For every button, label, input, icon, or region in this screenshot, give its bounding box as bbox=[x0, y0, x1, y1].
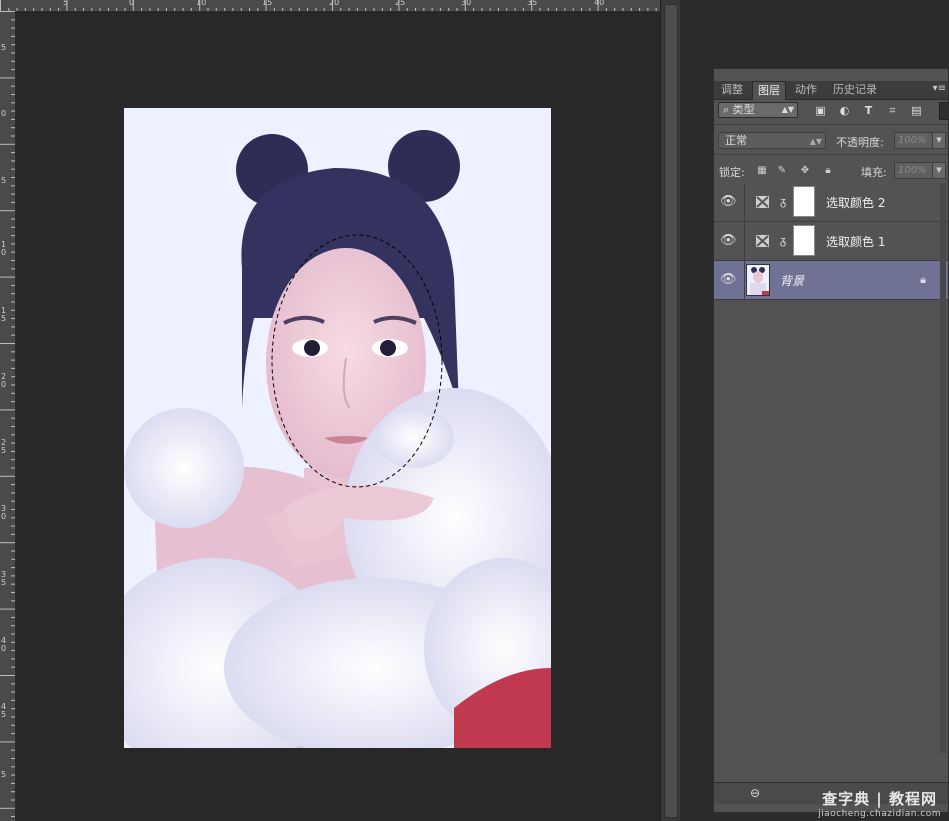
ruler-label: 5 bbox=[1, 43, 7, 52]
ruler-label: 0 bbox=[129, 0, 135, 7]
ruler-label: 1 5 bbox=[1, 306, 7, 323]
divider bbox=[744, 261, 745, 299]
tab-layers[interactable]: 图层 bbox=[752, 81, 786, 100]
shape-filter-icon[interactable]: ⌗ bbox=[886, 104, 899, 117]
tab-adjustments[interactable]: 调整 bbox=[716, 81, 748, 99]
fill-value: 100% bbox=[898, 165, 927, 176]
selective-color-adjustment-icon[interactable] bbox=[755, 234, 770, 248]
scrollbar-thumb[interactable] bbox=[664, 4, 678, 818]
ruler-label: 40 bbox=[594, 0, 605, 7]
divider bbox=[744, 183, 745, 221]
divider bbox=[714, 124, 948, 125]
ruler-label: 0 bbox=[1, 109, 7, 118]
ruler-label: 5 bbox=[1, 770, 7, 779]
filter-toggle-switch[interactable] bbox=[939, 102, 949, 120]
ruler-label: 2 5 bbox=[1, 438, 7, 455]
tab-actions[interactable]: 动作 bbox=[790, 81, 822, 99]
ruler-label: 5 bbox=[1, 176, 7, 185]
layers-scrollbar[interactable] bbox=[940, 183, 946, 753]
ruler-label: 4 5 bbox=[1, 702, 7, 719]
opacity-label: 不透明度: bbox=[836, 136, 884, 149]
layers-panel: 调整 图层 动作 历史记录 ▾≡ ⌕ 类型 ▲▼ ▣ ◐ T ⌗ ▤ 正常 ▲▼… bbox=[713, 68, 949, 813]
blend-mode-select[interactable]: 正常 ▲▼ bbox=[718, 132, 826, 149]
selective-color-adjustment-icon[interactable] bbox=[755, 195, 770, 209]
layer-mask-thumbnail[interactable] bbox=[793, 225, 815, 256]
adjustment-filter-icon[interactable]: ◐ bbox=[838, 104, 851, 117]
divider bbox=[714, 154, 948, 155]
image-filter-icon[interactable]: ▣ bbox=[814, 104, 827, 117]
updown-arrows-icon: ▲▼ bbox=[809, 137, 822, 146]
layer-name[interactable]: 选取颜色 2 bbox=[826, 194, 885, 211]
ruler-label: 3 5 bbox=[1, 570, 7, 587]
ruler-label: 30 bbox=[461, 0, 472, 7]
layer-name[interactable]: 选取颜色 1 bbox=[826, 233, 885, 250]
panel-menu-icon[interactable]: ▾≡ bbox=[933, 83, 946, 94]
ruler-ticks bbox=[0, 11, 15, 818]
lock-all-icon[interactable]: 🔒︎ bbox=[822, 165, 834, 177]
tab-history[interactable]: 历史记录 bbox=[828, 81, 882, 99]
chevron-down-icon[interactable]: ▼ bbox=[932, 133, 945, 148]
blend-mode-value: 正常 bbox=[725, 134, 747, 147]
document-image[interactable] bbox=[124, 108, 551, 748]
layer-row[interactable]: 👁︎ ᵹ 选取颜色 2 bbox=[714, 183, 948, 222]
ruler-label: 5 bbox=[63, 0, 69, 7]
horizontal-ruler[interactable]: 0 5 10 15 20 25 30 35 40 bbox=[0, 0, 660, 12]
watermark-title: 查字典 | 教程网 bbox=[822, 790, 938, 808]
vertical-ruler[interactable]: 5 0 5 1 0 1 5 2 0 2 5 3 0 3 5 4 0 4 5 5 bbox=[0, 11, 16, 821]
portrait-photo bbox=[124, 108, 551, 748]
lock-label: 锁定: bbox=[719, 166, 745, 179]
ruler-label: 1 0 bbox=[1, 240, 7, 257]
updown-arrows-icon: ▲▼ bbox=[781, 105, 794, 114]
link-layers-icon[interactable]: ⊖ bbox=[750, 786, 760, 800]
layer-name[interactable]: 背景 bbox=[780, 272, 804, 289]
layer-mask-thumbnail[interactable] bbox=[793, 186, 815, 217]
lock-position-icon[interactable]: ✥ bbox=[799, 165, 811, 177]
fill-field[interactable]: 100% ▼ bbox=[894, 162, 946, 179]
type-filter-icon[interactable]: T bbox=[862, 104, 875, 117]
eye-icon[interactable]: 👁︎ bbox=[720, 234, 737, 247]
link-chain-icon[interactable]: ᵹ bbox=[780, 233, 788, 249]
fill-label: 填充: bbox=[861, 166, 887, 179]
ruler-label: 4 0 bbox=[1, 636, 7, 653]
ruler-label: 35 bbox=[527, 0, 538, 7]
ruler-label: 25 bbox=[395, 0, 406, 7]
ruler-label: 10 bbox=[196, 0, 207, 7]
ruler-label: 2 0 bbox=[1, 372, 7, 389]
lock-icon: 🔒︎ bbox=[920, 273, 926, 286]
chevron-down-icon[interactable]: ▼ bbox=[932, 163, 945, 178]
filter-kind-label: 类型 bbox=[732, 103, 755, 116]
lock-image-pixels-icon[interactable]: ✎ bbox=[776, 165, 788, 177]
opacity-value: 100% bbox=[898, 135, 927, 146]
lock-transparent-pixels-icon[interactable]: ▦ bbox=[756, 165, 768, 177]
panel-tabs: 调整 图层 动作 历史记录 ▾≡ bbox=[714, 81, 948, 100]
divider bbox=[744, 222, 745, 260]
ruler-label: 20 bbox=[329, 0, 340, 7]
smart-object-filter-icon[interactable]: ▤ bbox=[910, 104, 923, 117]
eye-icon[interactable]: 👁︎ bbox=[720, 195, 737, 208]
layer-filter-select[interactable]: ⌕ 类型 ▲▼ bbox=[718, 102, 798, 118]
vertical-scrollbar[interactable] bbox=[660, 0, 680, 821]
opacity-field[interactable]: 100% ▼ bbox=[894, 132, 946, 149]
link-chain-icon[interactable]: ᵹ bbox=[780, 194, 788, 210]
search-icon: ⌕ bbox=[723, 103, 730, 116]
ruler-label: 15 bbox=[262, 0, 273, 7]
layer-row-selected[interactable]: 👁︎ 背景 🔒︎ bbox=[714, 261, 948, 300]
watermark: 查字典 | 教程网 jiaocheng.chazidian.com bbox=[818, 788, 941, 819]
layer-row[interactable]: 👁︎ ᵹ 选取颜色 1 bbox=[714, 222, 948, 261]
watermark-url: jiaocheng.chazidian.com bbox=[818, 809, 941, 819]
eye-icon[interactable]: 👁︎ bbox=[720, 273, 737, 286]
layer-thumbnail[interactable] bbox=[746, 264, 770, 296]
ruler-label: 3 0 bbox=[1, 504, 7, 521]
